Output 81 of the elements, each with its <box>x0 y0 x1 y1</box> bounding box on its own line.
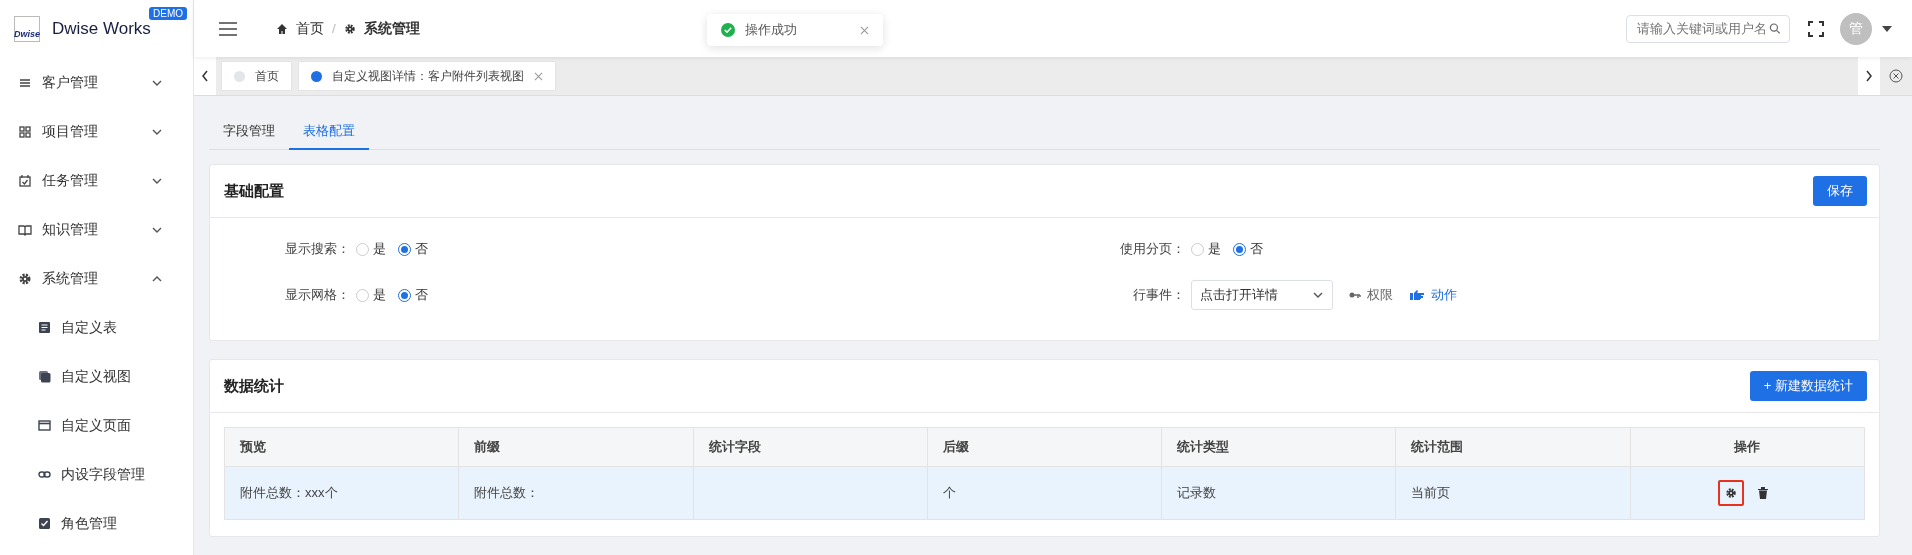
column-header: 统计字段 <box>693 427 928 467</box>
panel-title: 数据统计 <box>224 376 284 396</box>
sidebar-item[interactable]: 系统管理 <box>0 254 193 303</box>
column-header: 后缀 <box>927 427 1162 467</box>
gear-icon <box>1725 487 1738 499</box>
column-header: 前缀 <box>458 427 694 467</box>
table-cell: 个 <box>927 466 1162 520</box>
save-button[interactable]: 保存 <box>1813 176 1867 206</box>
page-tab[interactable]: 首页 <box>221 61 292 91</box>
search-icon <box>1769 22 1781 35</box>
pointing-hand-icon <box>1408 289 1425 301</box>
sidebar-item[interactable]: 任务管理 <box>0 156 193 205</box>
stack-icon <box>38 370 51 383</box>
column-header: 统计类型 <box>1161 427 1396 467</box>
trash-icon <box>1758 487 1769 499</box>
scroll-left-button[interactable] <box>194 57 216 95</box>
window-icon <box>38 419 51 432</box>
sidebar-subitem[interactable]: 自定义视图 <box>0 352 193 401</box>
page-tab[interactable]: 自定义视图详情：客户附件列表视图 <box>298 61 556 91</box>
scroll-right-button[interactable] <box>1858 57 1880 95</box>
radio-label[interactable]: 是 <box>373 240 386 258</box>
radio-label[interactable]: 否 <box>415 240 428 258</box>
new-stat-button[interactable]: + 新建数据统计 <box>1749 371 1867 401</box>
caret-icon[interactable] <box>1882 25 1892 32</box>
document-icon <box>38 321 51 334</box>
success-check-icon <box>721 23 735 37</box>
demo-badge: DEMO <box>149 7 187 20</box>
gear-icon <box>343 22 356 35</box>
close-icon[interactable] <box>860 25 869 35</box>
action-link[interactable]: 动作 <box>1430 286 1457 304</box>
calendar-check-icon <box>18 173 32 188</box>
close-all-icon[interactable] <box>1889 69 1903 83</box>
app-title: Dwise Works <box>52 19 151 39</box>
breadcrumb-separator: / <box>332 21 336 36</box>
menu-icon[interactable] <box>218 20 238 37</box>
field-label: 使用分页： <box>1118 240 1185 258</box>
book-icon <box>18 222 32 237</box>
close-icon[interactable] <box>534 71 543 81</box>
panel-title: 基础配置 <box>224 181 284 201</box>
table-cell: 当前页 <box>1395 466 1631 520</box>
sidebar-subitem[interactable]: 自定义页面 <box>0 401 193 450</box>
radio-label[interactable]: 否 <box>1249 240 1263 258</box>
permission-link[interactable]: 权限 <box>1366 286 1393 304</box>
gear-icon <box>18 271 32 286</box>
tab-status-dot <box>234 70 245 82</box>
toast-message: 操作成功 <box>745 21 798 39</box>
field-label: 行事件： <box>1131 286 1185 304</box>
chevron-right-icon <box>1865 70 1873 82</box>
section-tab[interactable]: 字段管理 <box>209 114 289 150</box>
sidebar-subitem[interactable]: 角色管理 <box>0 499 193 548</box>
chevron-left-icon <box>201 70 209 82</box>
column-header: 预览 <box>224 427 459 467</box>
link-icon <box>38 468 51 481</box>
sidebar-item[interactable]: 客户管理 <box>0 58 193 107</box>
sidebar-subitem[interactable]: 内设字段管理 <box>0 450 193 499</box>
sidebar-subitem[interactable]: 自定义表 <box>0 303 193 352</box>
fullscreen-icon[interactable] <box>1808 20 1824 37</box>
sidebar-item[interactable]: 项目管理 <box>0 107 193 156</box>
table-cell: 附件总数： <box>458 466 694 520</box>
logo-mark: Dwise <box>14 16 40 42</box>
section-tab[interactable]: 表格配置 <box>289 114 369 150</box>
tab-status-dot <box>311 70 322 82</box>
table-cell: 记录数 <box>1161 466 1396 520</box>
table-cell: 附件总数：xxx个 <box>224 466 459 520</box>
grid-icon <box>18 124 32 139</box>
column-header: 操作 <box>1630 427 1865 467</box>
radio-label[interactable]: 是 <box>1207 240 1221 258</box>
settings-button[interactable] <box>1718 480 1745 506</box>
row-event-select[interactable]: 点击打开详情 <box>1190 280 1333 310</box>
radio-label[interactable]: 是 <box>373 286 386 304</box>
key-icon <box>1348 291 1361 299</box>
sidebar-item[interactable]: 知识管理 <box>0 205 193 254</box>
home-icon <box>276 22 288 35</box>
search-field[interactable]: 请输入关键词或用户名 <box>1626 14 1790 43</box>
radio-label[interactable]: 否 <box>415 286 428 304</box>
field-label: 显示搜索： <box>284 240 350 258</box>
column-header: 统计范围 <box>1395 427 1631 467</box>
checkbox-icon <box>38 517 51 530</box>
breadcrumb-link[interactable]: 首页 <box>296 19 324 38</box>
field-label: 显示网格： <box>284 286 350 304</box>
breadcrumb-current: 系统管理 <box>363 19 420 38</box>
